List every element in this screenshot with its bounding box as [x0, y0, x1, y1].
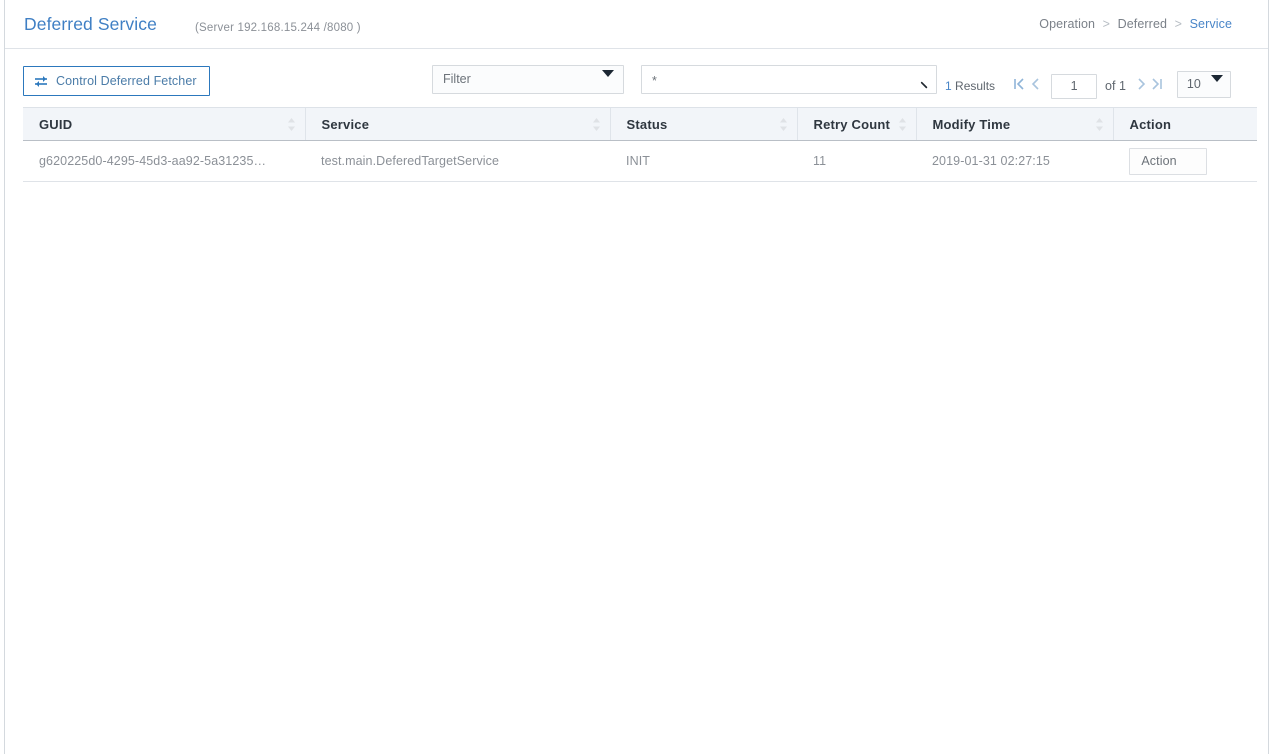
control-deferred-fetcher-button[interactable]: Control Deferred Fetcher — [23, 66, 210, 96]
table-header-row: GUID Service Status Retry Count Modify T… — [23, 107, 1257, 141]
sort-icon[interactable] — [898, 117, 907, 135]
cell-guid: g620225d0-4295-45d3-aa92-5a31235… — [23, 140, 305, 182]
action-button-label: Action — [1141, 154, 1177, 168]
column-header-label: Retry Count — [813, 116, 891, 132]
column-header-modify-time[interactable]: Modify Time — [915, 107, 1113, 141]
filter-select-value: Filter — [443, 72, 471, 86]
sort-icon[interactable] — [779, 117, 788, 135]
server-info: (Server 192.168.15.244 /8080 ) — [195, 22, 361, 34]
results-count-label: Results — [955, 79, 996, 93]
chevron-down-icon — [1210, 75, 1223, 100]
filter-select[interactable]: Filter — [432, 65, 624, 94]
chevron-down-icon — [602, 70, 614, 95]
column-header-label: GUID — [39, 116, 73, 132]
results-count-number: 1 — [945, 79, 952, 93]
column-header-label: Status — [626, 116, 668, 132]
table-row[interactable]: g620225d0-4295-45d3-aa92-5a31235… test.m… — [23, 140, 1257, 182]
next-page-icon[interactable] — [1136, 76, 1147, 97]
last-page-icon[interactable] — [1150, 76, 1163, 97]
action-button[interactable]: Action — [1129, 147, 1207, 175]
page-number-input[interactable] — [1051, 73, 1098, 99]
cell-service: test.main.DeferedTargetService — [305, 140, 610, 182]
page-header: Deferred Service (Server 192.168.15.244 … — [5, 0, 1268, 49]
sort-icon[interactable] — [1095, 117, 1104, 135]
toolbar: Control Deferred Fetcher Filter 1 Result… — [5, 49, 1268, 107]
cell-action: Action — [1113, 140, 1257, 182]
column-header-service[interactable]: Service — [304, 107, 610, 141]
pagination: 1 Results of 1 — [945, 65, 1231, 100]
results-count: 1 Results — [945, 79, 995, 93]
breadcrumb-item-operation[interactable]: Operation — [1039, 17, 1095, 31]
column-header-label: Service — [321, 116, 370, 132]
column-header-guid[interactable]: GUID — [23, 107, 305, 141]
breadcrumb-separator-icon: > — [1174, 17, 1183, 31]
chevron-down-icon — [1185, 154, 1195, 168]
search-input[interactable] — [650, 66, 916, 95]
column-header-retry-count[interactable]: Retry Count — [796, 107, 916, 141]
page-of-label: of 1 — [1105, 79, 1126, 93]
sort-icon[interactable] — [592, 117, 601, 135]
control-deferred-fetcher-label: Control Deferred Fetcher — [56, 74, 197, 88]
column-header-label: Modify Time — [932, 116, 1011, 132]
column-header-action: Action — [1112, 107, 1257, 141]
search-icon[interactable] — [910, 71, 928, 94]
cell-status: INIT — [610, 140, 797, 182]
breadcrumb-item-service[interactable]: Service — [1190, 17, 1232, 31]
column-header-label: Action — [1129, 116, 1172, 132]
column-header-status[interactable]: Status — [609, 107, 797, 141]
sliders-icon — [34, 75, 49, 88]
page-size-select[interactable]: 10 — [1176, 71, 1231, 100]
deferred-service-table: GUID Service Status Retry Count Modify T… — [23, 107, 1257, 182]
search-box[interactable] — [641, 65, 937, 95]
first-page-icon[interactable] — [1013, 76, 1026, 97]
sort-icon[interactable] — [287, 117, 296, 135]
prev-page-icon[interactable] — [1030, 76, 1041, 97]
breadcrumb: Operation > Deferred > Service — [1039, 17, 1232, 31]
page-size-value: 10 — [1186, 77, 1201, 91]
cell-retry-count: 11 — [797, 140, 916, 182]
breadcrumb-separator-icon: > — [1102, 17, 1111, 31]
breadcrumb-item-deferred[interactable]: Deferred — [1118, 17, 1167, 31]
page-title: Deferred Service — [24, 14, 157, 34]
page-frame: Deferred Service (Server 192.168.15.244 … — [4, 0, 1269, 754]
cell-modify-time: 2019-01-31 02:27:15 — [916, 140, 1113, 182]
